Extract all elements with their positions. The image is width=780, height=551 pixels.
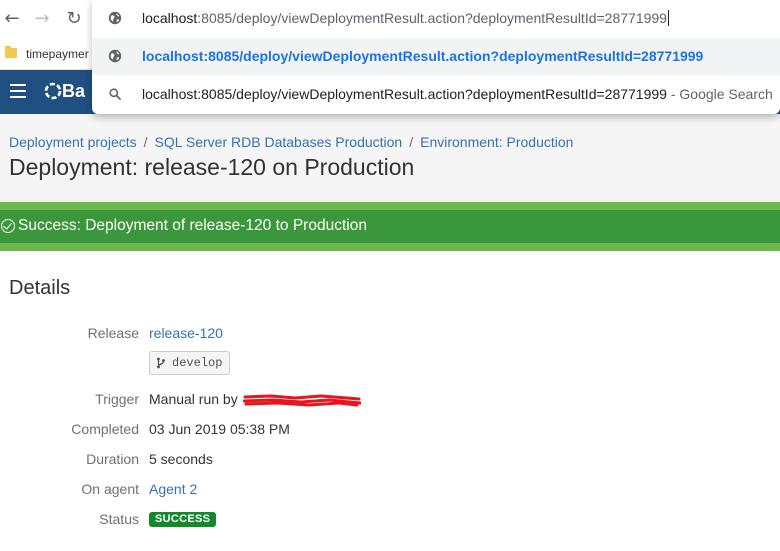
suggestion-url-text: localhost:8085/deploy/viewDeploymentResu…: [142, 48, 704, 64]
trigger-value: Manual run by: [149, 391, 238, 407]
check-circle-icon: [1, 219, 15, 233]
agent-label: On agent: [81, 481, 139, 497]
search-icon: [109, 88, 121, 100]
release-label: Release: [87, 325, 139, 341]
breadcrumb: Deployment projects / SQL Server RDB Datab…: [9, 134, 574, 150]
details-heading: Details: [9, 277, 71, 299]
branch-name: develop: [172, 356, 223, 370]
breadcrumb-environment[interactable]: Environment: Production: [420, 134, 573, 150]
breadcrumb-deployment-projects[interactable]: Deployment projects: [9, 134, 137, 150]
redaction-scribble: [243, 394, 361, 407]
globe-icon: [108, 11, 122, 25]
folder-icon: [5, 46, 17, 58]
banner-border-bottom: [0, 243, 780, 251]
banner-text: Success: Deployment of release-120 to Pr…: [18, 217, 367, 234]
app-logo[interactable]: Ba: [44, 81, 85, 102]
page-title: Deployment: release-120 on Production: [9, 154, 415, 180]
address-bar[interactable]: localhost:8085/deploy/viewDeploymentResu…: [92, 0, 780, 37]
hamburger-menu-icon[interactable]: [10, 84, 26, 98]
branch-badge[interactable]: develop: [149, 351, 231, 375]
suggestion-search[interactable]: localhost:8085/deploy/viewDeploymentResu…: [92, 76, 780, 113]
omnibox-dropdown: localhost:8085/deploy/viewDeploymentResu…: [92, 0, 780, 114]
branch-icon: [157, 357, 165, 369]
bookmark-timepaymer[interactable]: timepaymer: [26, 47, 89, 61]
agent-link[interactable]: Agent 2: [149, 481, 197, 497]
arrow-right-icon[interactable]: →: [31, 8, 53, 30]
reload-icon[interactable]: ↻: [63, 8, 85, 30]
duration-value: 5 seconds: [149, 451, 213, 467]
success-banner: Success: Deployment of release-120 to Pr…: [0, 210, 780, 243]
arrow-left-icon[interactable]: ←: [1, 8, 23, 30]
release-link[interactable]: release-120: [149, 325, 223, 341]
suggestion-url[interactable]: localhost:8085/deploy/viewDeploymentResu…: [92, 38, 780, 75]
address-input[interactable]: localhost:8085/deploy/viewDeploymentResu…: [142, 10, 669, 26]
globe-icon: [108, 49, 122, 63]
bamboo-logo-icon: [44, 82, 62, 100]
banner-border-top: [0, 202, 780, 210]
breadcrumb-project[interactable]: SQL Server RDB Databases Production: [155, 134, 403, 150]
completed-value: 03 Jun 2019 05:38 PM: [149, 421, 290, 437]
completed-label: Completed: [71, 421, 139, 437]
suggestion-search-text: localhost:8085/deploy/viewDeploymentResu…: [142, 86, 773, 102]
status-badge: SUCCESS: [149, 512, 217, 527]
trigger-label: Trigger: [95, 391, 139, 407]
status-label: Status: [99, 511, 139, 527]
page-header: Deployment projects / SQL Server RDB Datab…: [0, 114, 780, 204]
duration-label: Duration: [86, 451, 139, 467]
